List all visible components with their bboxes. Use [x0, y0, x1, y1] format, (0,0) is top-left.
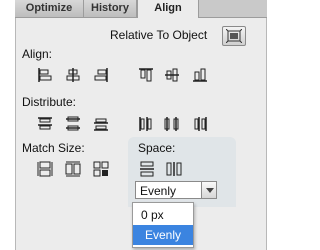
distribute-right-button[interactable]: [192, 116, 208, 132]
dropdown-option-0px[interactable]: 0 px: [133, 205, 193, 225]
align-bottom-icon: [193, 68, 207, 82]
relative-to-object-icon: [226, 29, 242, 43]
relative-to-object-label: Relative To Object: [110, 28, 208, 42]
distribute-right-icon: [194, 117, 207, 131]
match-width-icon: [37, 161, 53, 177]
distribute-bottom-button[interactable]: [93, 116, 109, 132]
space-horizontal-icon: [166, 162, 182, 176]
match-width-and-height-button[interactable]: [93, 161, 109, 177]
space-vertical-button[interactable]: [139, 161, 155, 177]
align-vertical-center-icon: [165, 68, 179, 82]
align-right-button[interactable]: [93, 67, 109, 83]
distribute-horizontal-center-button[interactable]: [164, 116, 180, 132]
align-bottom-button[interactable]: [192, 67, 208, 83]
align-top-button[interactable]: [138, 67, 154, 83]
match-height-button[interactable]: [65, 161, 81, 177]
distribute-vertical-center-icon: [66, 116, 80, 131]
tab-align[interactable]: Align: [137, 0, 199, 18]
relative-to-object-button[interactable]: [222, 26, 246, 46]
match-width-and-height-icon: [93, 161, 109, 177]
align-label: Align:: [22, 47, 53, 61]
tab-history[interactable]: History: [84, 0, 137, 17]
dropdown-option-evenly[interactable]: Evenly: [133, 225, 193, 245]
align-right-icon: [94, 68, 108, 82]
tab-optimize[interactable]: Optimize: [15, 0, 84, 17]
distribute-top-icon: [38, 117, 52, 130]
distribute-label: Distribute:: [22, 95, 77, 109]
align-top-icon: [139, 68, 153, 82]
distribute-horizontal-center-icon: [164, 117, 179, 131]
space-label: Space:: [138, 141, 176, 155]
space-horizontal-button[interactable]: [166, 161, 182, 177]
align-left-icon: [38, 68, 52, 82]
space-mode-dropdown: 0 px Evenly: [132, 202, 194, 248]
distribute-vertical-center-button[interactable]: [65, 116, 81, 132]
align-horizontal-center-button[interactable]: [65, 67, 81, 83]
space-vertical-icon: [140, 161, 154, 177]
match-size-label: Match Size:: [22, 141, 85, 155]
align-horizontal-center-icon: [66, 68, 80, 82]
match-height-icon: [65, 161, 81, 177]
align-vertical-center-button[interactable]: [164, 67, 180, 83]
chevron-down-icon[interactable]: [201, 181, 217, 199]
distribute-bottom-icon: [94, 118, 108, 131]
distribute-top-button[interactable]: [37, 116, 53, 132]
distribute-left-button[interactable]: [138, 116, 154, 132]
align-left-button[interactable]: [37, 67, 53, 83]
match-width-button[interactable]: [37, 161, 53, 177]
distribute-left-icon: [139, 117, 152, 131]
